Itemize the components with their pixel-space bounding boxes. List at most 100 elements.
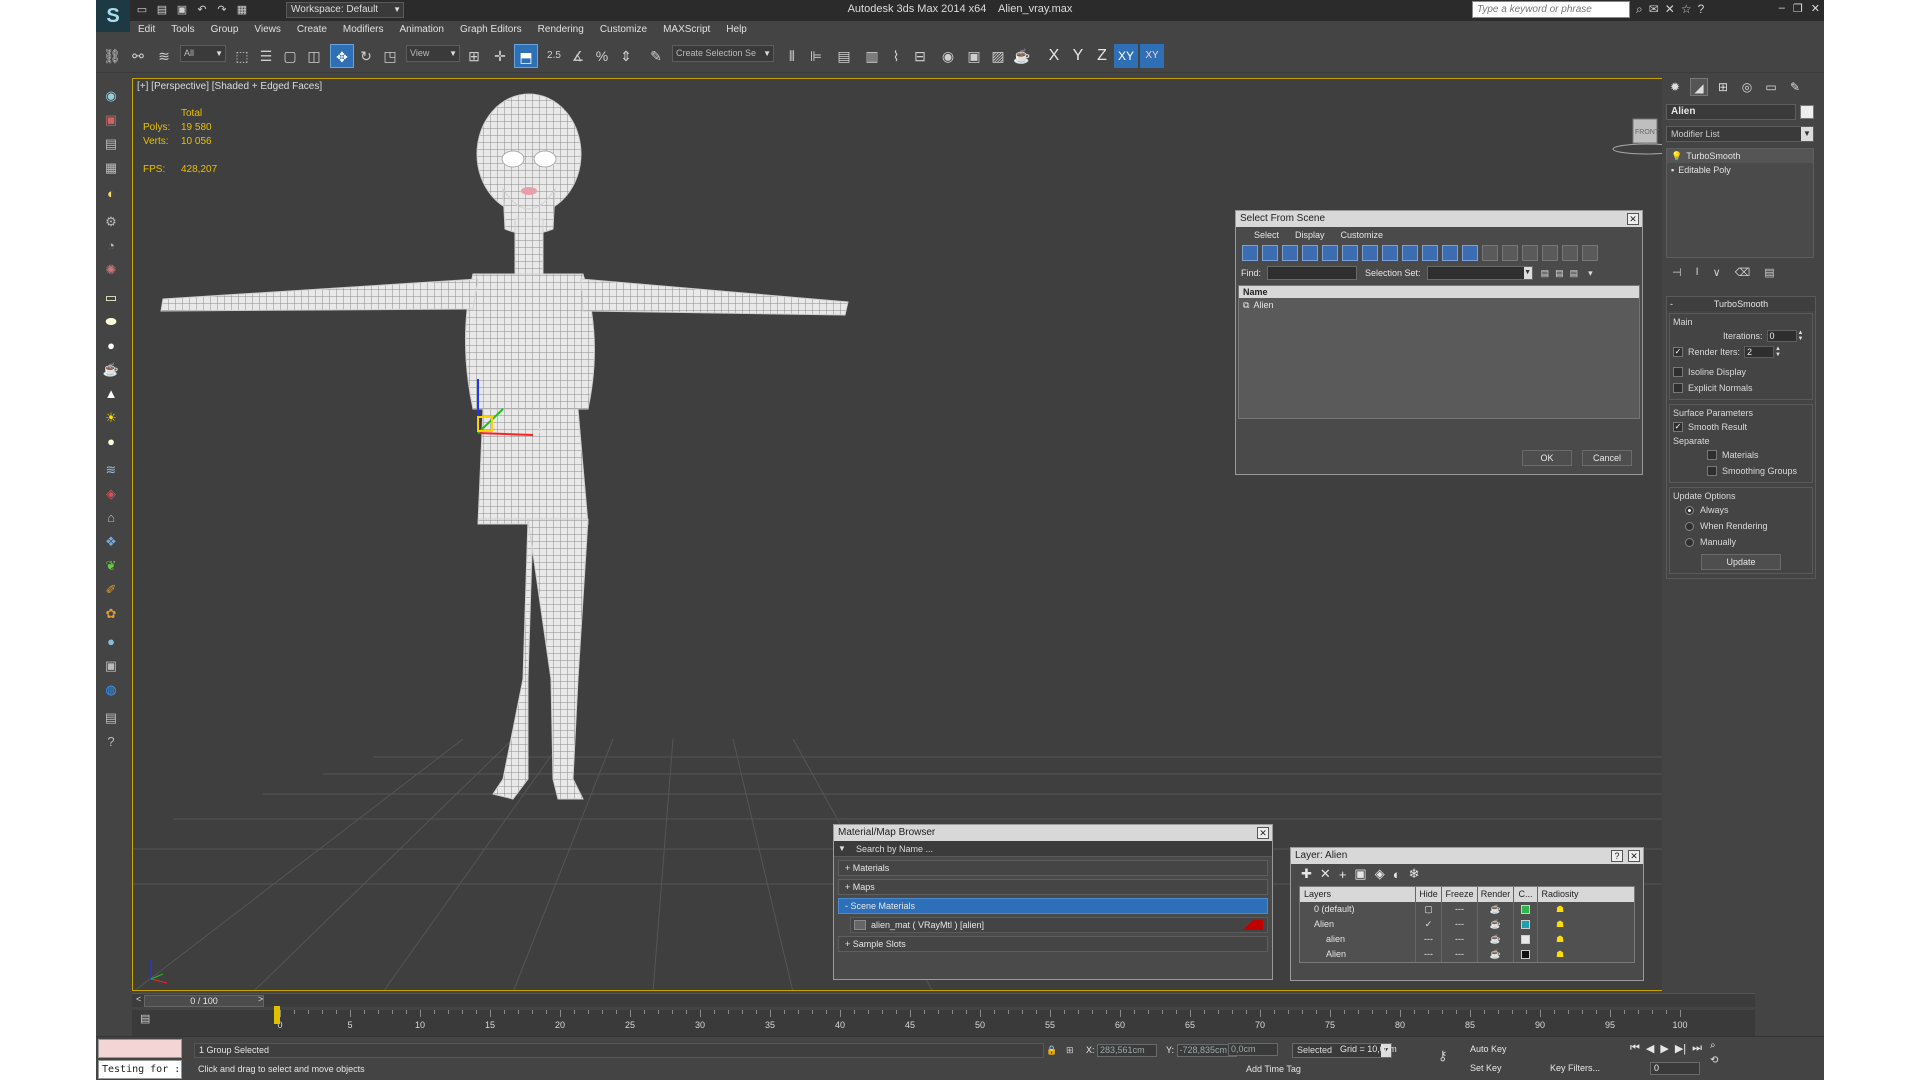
- checkmark-icon[interactable]: ✓: [1416, 917, 1442, 932]
- spinner-snap-icon[interactable]: ⇕: [614, 44, 638, 68]
- reference-coordinate-dropdown[interactable]: View ▼: [406, 45, 460, 62]
- maxscript-listener-mini[interactable]: [98, 1039, 182, 1058]
- layer-color-swatch[interactable]: [1521, 920, 1530, 930]
- binoculars-icon[interactable]: ⌕: [1636, 2, 1643, 17]
- layer-title-bar[interactable]: Layer: Alien ? ✕: [1291, 848, 1643, 864]
- plant-icon[interactable]: ❦: [101, 556, 121, 576]
- menu-group[interactable]: Group: [203, 21, 247, 39]
- display-invert-icon[interactable]: [1522, 245, 1538, 261]
- axis-xy-button[interactable]: XY: [1114, 44, 1138, 68]
- zoom-icon[interactable]: ⌕: [1710, 1040, 1718, 1051]
- angle-snap-icon[interactable]: ∡: [566, 44, 590, 68]
- sphere-light-icon[interactable]: ●: [101, 432, 121, 452]
- display-groups-icon[interactable]: [1362, 245, 1378, 261]
- ok-button[interactable]: OK: [1522, 450, 1572, 466]
- sfs-menu-select[interactable]: Select: [1246, 227, 1287, 243]
- display-spacewarps-icon[interactable]: [1342, 245, 1358, 261]
- lightbulb-icon[interactable]: 💡: [1671, 149, 1682, 163]
- graphite-ribbon-icon[interactable]: ▥: [860, 44, 884, 68]
- plane-icon[interactable]: ⬬: [101, 312, 121, 332]
- time-slider[interactable]: < 0 / 100 >: [132, 993, 1755, 1007]
- cancel-button[interactable]: Cancel: [1582, 450, 1632, 466]
- window-crossing-icon[interactable]: ◫: [302, 44, 326, 68]
- menu-help[interactable]: Help: [718, 21, 755, 39]
- z-coord-field[interactable]: 0,0cm: [1228, 1043, 1278, 1057]
- go-to-start-icon[interactable]: ⏮: [1630, 1042, 1640, 1055]
- layer-color-swatch[interactable]: [1521, 905, 1530, 915]
- select-and-rotate-icon[interactable]: ↻: [354, 44, 378, 68]
- layer-row[interactable]: Alien ✓ --- ☕ ☗: [1300, 917, 1634, 932]
- display-tab-icon[interactable]: ▭: [1762, 78, 1780, 96]
- schematic-view-icon[interactable]: ⊟: [908, 44, 932, 68]
- grid-icon[interactable]: ▦: [101, 158, 121, 178]
- modifier-list-dropdown[interactable]: Modifier List ▼: [1666, 126, 1814, 142]
- always-radio[interactable]: [1685, 505, 1694, 515]
- sfs-column-name[interactable]: Name: [1239, 286, 1639, 298]
- fx-icon[interactable]: ✿: [101, 604, 121, 624]
- display-none-icon[interactable]: [1502, 245, 1518, 261]
- time-playhead[interactable]: [274, 1006, 280, 1024]
- mirror-icon[interactable]: ⫴: [780, 44, 804, 68]
- add-selected-icon[interactable]: +: [1339, 867, 1347, 882]
- close-icon[interactable]: ✕: [1811, 2, 1820, 15]
- render-region-icon[interactable]: ▣: [101, 656, 121, 676]
- configure-modifier-sets-icon[interactable]: ▤: [1764, 266, 1774, 286]
- layer-row[interactable]: Alien --- --- ☕ ☗: [1300, 947, 1634, 962]
- teapot-icon[interactable]: ◉: [101, 86, 121, 106]
- spinner-arrows-icon[interactable]: ▲ ▼: [1797, 330, 1805, 342]
- render-production-icon[interactable]: ☕: [1010, 44, 1034, 68]
- select-objects-icon[interactable]: ▣: [1354, 866, 1366, 882]
- render-toggle-icon[interactable]: ☕: [1478, 932, 1514, 947]
- show-end-result-icon[interactable]: Ι: [1696, 266, 1699, 286]
- material-sphere-icon[interactable]: ●: [101, 632, 121, 652]
- camera-icon[interactable]: ⌂: [101, 508, 121, 528]
- object-name-field[interactable]: Alien: [1666, 104, 1796, 120]
- menu-customize[interactable]: Customize: [592, 21, 655, 39]
- pin-stack-icon[interactable]: ⊣: [1672, 266, 1682, 286]
- filter-icon[interactable]: [1542, 245, 1558, 261]
- render-icon[interactable]: ▣: [101, 110, 121, 130]
- key-filters-button[interactable]: Key Filters...: [1550, 1061, 1600, 1076]
- hide-toggle[interactable]: ---: [1416, 947, 1442, 962]
- dialog-title-bar[interactable]: Select From Scene ✕: [1236, 211, 1642, 227]
- set-key-button[interactable]: Set Key: [1470, 1061, 1502, 1076]
- orbit-icon[interactable]: ⟲: [1710, 1055, 1718, 1066]
- col-radiosity[interactable]: Radiosity: [1538, 887, 1582, 902]
- connect-icon[interactable]: ✕: [1665, 2, 1675, 17]
- category-scene-materials[interactable]: - Scene Materials: [838, 898, 1268, 914]
- col-layers[interactable]: Layers: [1300, 887, 1416, 902]
- go-to-end-icon[interactable]: ⏭: [1692, 1042, 1702, 1055]
- restore-icon[interactable]: ❐: [1793, 2, 1803, 15]
- hair-icon[interactable]: ≋: [101, 460, 121, 480]
- category-materials[interactable]: + Materials: [838, 860, 1268, 876]
- question-icon[interactable]: ?: [101, 732, 121, 752]
- axis-x-button[interactable]: X: [1042, 44, 1066, 68]
- axis-y-button[interactable]: Y: [1066, 44, 1090, 68]
- freeze-toggle[interactable]: ---: [1442, 917, 1478, 932]
- cone-icon[interactable]: ▲: [101, 384, 121, 404]
- isoline-display-checkbox[interactable]: [1673, 367, 1683, 377]
- render-toggle-icon[interactable]: ☕: [1478, 947, 1514, 962]
- iterations-spinner[interactable]: 0: [1766, 330, 1797, 342]
- layer-color-swatch[interactable]: [1521, 935, 1530, 945]
- dynamics-icon[interactable]: ◈: [101, 484, 121, 504]
- object-color-swatch[interactable]: [1800, 105, 1814, 119]
- teapot-primitive-icon[interactable]: ☕: [101, 360, 121, 380]
- previous-frame-icon[interactable]: <: [136, 994, 141, 1004]
- display-containers-icon[interactable]: [1422, 245, 1438, 261]
- menu-rendering[interactable]: Rendering: [530, 21, 592, 39]
- select-object-icon[interactable]: ⬚: [230, 44, 254, 68]
- track-bar[interactable]: ▤ 0 5 10 15 20 25 30 35 40 45 50 55 60 65 70 75 80 85 90 95…: [132, 1006, 1755, 1036]
- named-selection-set-dropdown[interactable]: Create Selection Se ▼: [672, 45, 774, 62]
- material-item[interactable]: alien_mat ( VRayMtl ) [alien]: [850, 917, 1268, 933]
- stack-item-editable-poly[interactable]: ▪ Editable Poly: [1667, 163, 1813, 177]
- time-slider-thumb[interactable]: 0 / 100: [144, 995, 264, 1007]
- smooth-result-checkbox[interactable]: ✓: [1673, 422, 1683, 432]
- edit-named-selection-icon[interactable]: ✎: [644, 44, 668, 68]
- menu-views[interactable]: Views: [246, 21, 289, 39]
- render-toggle-icon[interactable]: ☕: [1478, 917, 1514, 932]
- help-icon[interactable]: ?: [1698, 2, 1705, 17]
- col-freeze[interactable]: Freeze: [1442, 887, 1478, 902]
- particle-icon[interactable]: ✺: [101, 260, 121, 280]
- mini-curve-editor-icon[interactable]: ▤: [140, 1012, 150, 1025]
